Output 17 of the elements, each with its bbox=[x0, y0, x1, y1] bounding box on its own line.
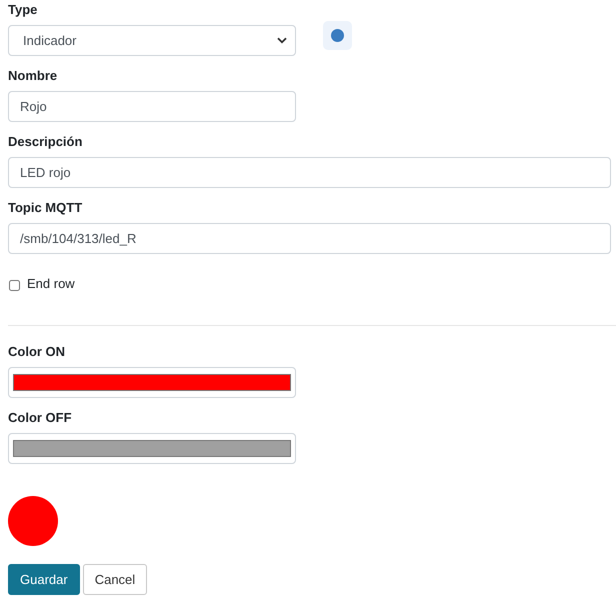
type-label: Type bbox=[8, 1, 38, 19]
end-row-label: End row bbox=[27, 275, 75, 293]
topic-input[interactable]: /smb/104/313/led_R bbox=[8, 223, 611, 254]
save-button[interactable]: Guardar bbox=[8, 564, 80, 595]
color-off-label: Color OFF bbox=[8, 409, 73, 427]
name-input[interactable]: Rojo bbox=[8, 91, 296, 122]
color-on-picker[interactable] bbox=[8, 367, 296, 398]
color-on-label: Color ON bbox=[8, 343, 66, 361]
description-input[interactable]: LED rojo bbox=[8, 157, 611, 188]
description-label: Descripción bbox=[8, 133, 84, 151]
topic-label: Topic MQTT bbox=[8, 199, 84, 217]
type-select[interactable]: Indicador bbox=[8, 25, 296, 56]
cancel-button[interactable]: Cancel bbox=[82, 564, 148, 595]
color-off-picker[interactable] bbox=[8, 433, 296, 464]
chevron-down-icon bbox=[277, 37, 287, 44]
name-label: Nombre bbox=[8, 67, 58, 85]
end-row-checkbox[interactable] bbox=[9, 280, 20, 290]
